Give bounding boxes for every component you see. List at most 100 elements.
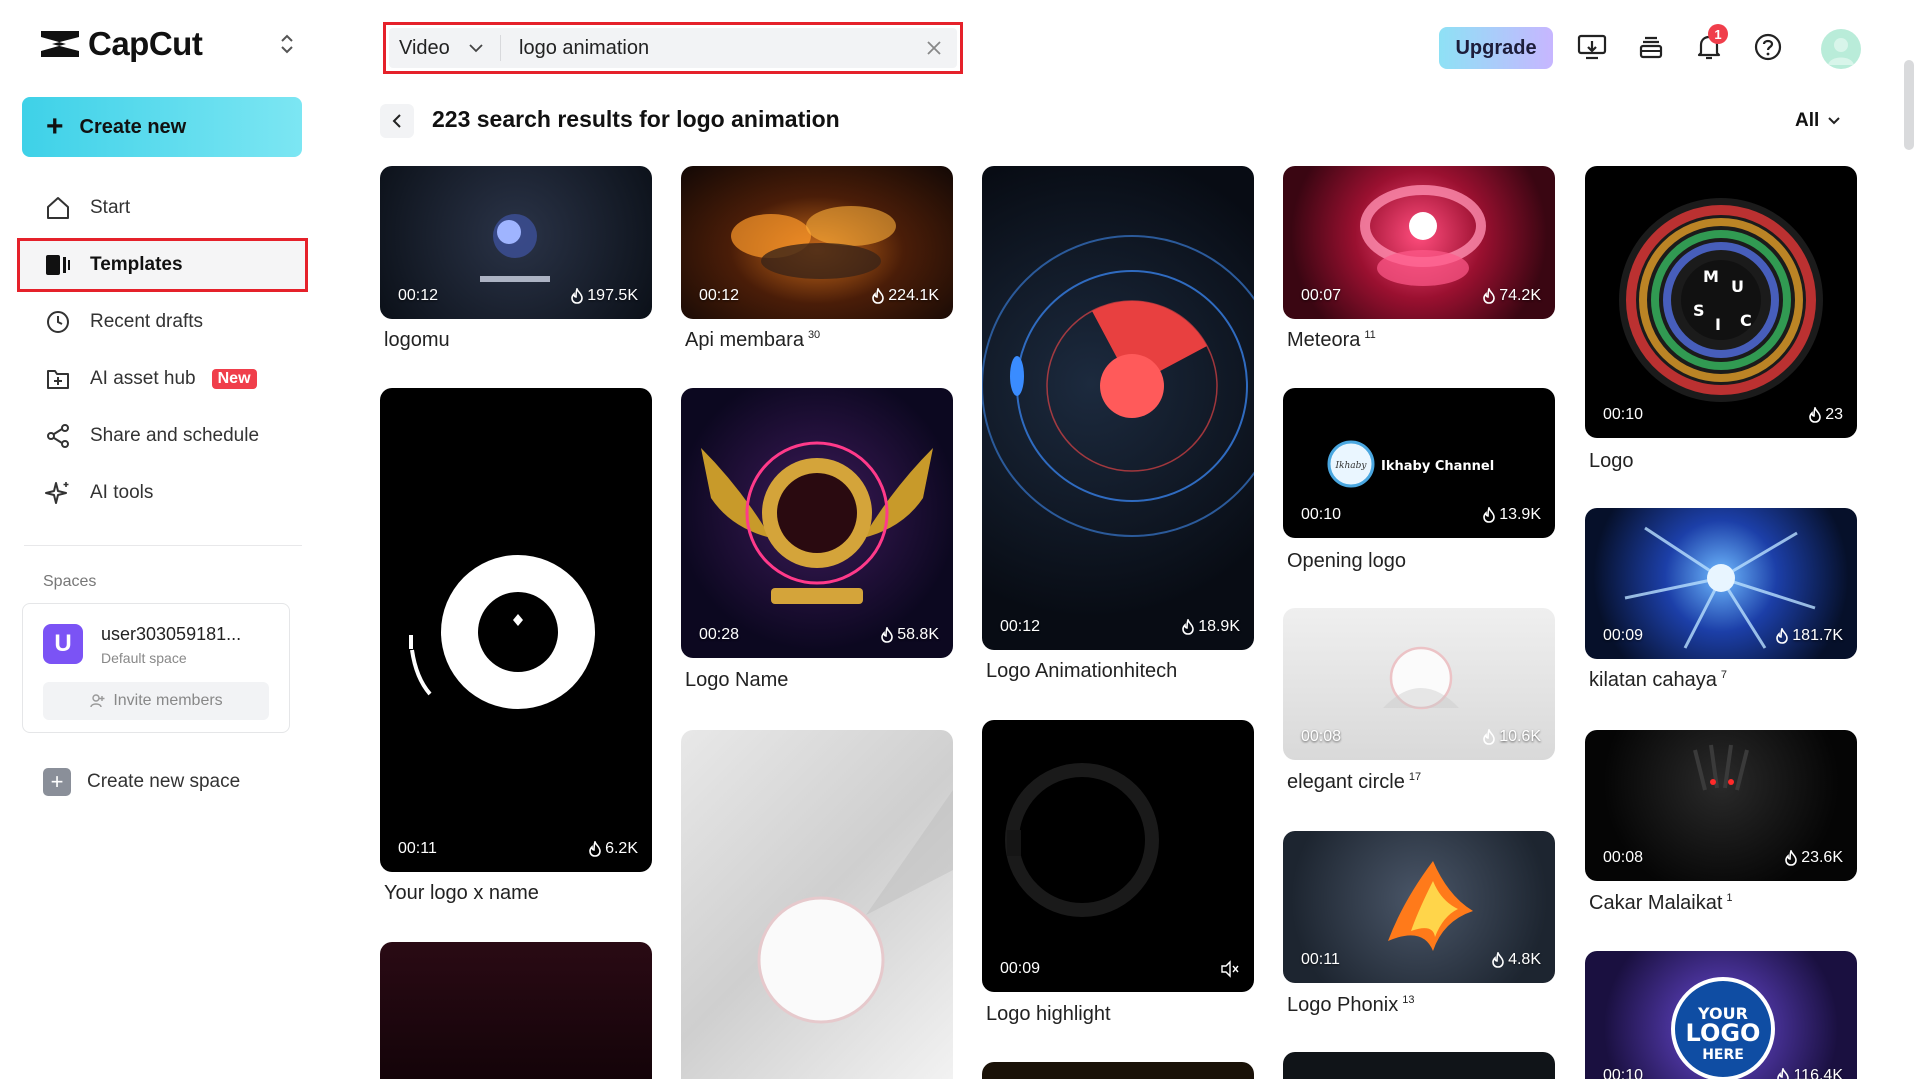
back-button[interactable] — [380, 104, 414, 138]
help-icon[interactable] — [1751, 30, 1785, 64]
space-card[interactable]: U user303059181... Default space Invite … — [22, 603, 290, 733]
space-avatar: U — [43, 624, 83, 664]
chevron-left-icon — [392, 114, 401, 128]
template-title-sup: 1 — [1726, 892, 1733, 904]
create-new-button[interactable]: + Create new — [22, 97, 302, 157]
duration-label: 00:12 — [1000, 618, 1041, 635]
template-title: Cakar Malaikat 1 — [1589, 892, 1733, 915]
new-badge: New — [211, 369, 257, 389]
flame-icon — [881, 627, 893, 643]
duration-label: 00:12 — [699, 287, 740, 304]
usage-count-value: 181.7K — [1792, 627, 1843, 644]
template-thumbnail: 00:09 — [982, 720, 1254, 992]
flame-icon — [589, 841, 601, 857]
usage-count-value: 10.6K — [1499, 728, 1541, 745]
eye-thumbnail-art — [409, 555, 595, 709]
templates-icon — [44, 251, 72, 279]
duration-label: 00:28 — [699, 626, 740, 643]
template-title-text: Logo highlight — [986, 1003, 1111, 1025]
chevron-down-icon — [1828, 117, 1840, 125]
space-name: user303059181... — [101, 624, 242, 644]
template-thumbnail: 00:08 10.6K — [1283, 608, 1555, 760]
flame-icon — [1483, 729, 1495, 745]
template-title-sup: 11 — [1364, 329, 1376, 341]
chevron-down-icon — [469, 44, 483, 53]
search-box: Video — [389, 28, 957, 68]
template-title: Logo highlight — [986, 1003, 1111, 1026]
your-logo-here-art: YOUR LOGO HERE — [1671, 977, 1775, 1079]
sidebar-item-label: Recent drafts — [90, 311, 203, 332]
sidebar-item-ai-tools[interactable]: AI tools — [20, 469, 305, 517]
usage-count: 4.8K — [1491, 951, 1541, 969]
svg-text:I: I — [1715, 315, 1721, 334]
asset-hub-icon — [44, 365, 72, 393]
sidebar-item-share-schedule[interactable]: Share and schedule — [20, 412, 305, 460]
notification-count-badge: 1 — [1708, 24, 1728, 44]
duration-label: 00:11 — [1301, 951, 1340, 968]
channel-name-overlay: Ikhaby Channel — [1381, 459, 1494, 474]
download-desktop-icon[interactable] — [1575, 30, 1609, 64]
duration-label: 00:10 — [1603, 1067, 1644, 1079]
filter-dropdown[interactable]: All — [1795, 110, 1841, 132]
upgrade-button[interactable]: Upgrade — [1439, 27, 1553, 69]
template-title: Logo Name — [685, 669, 788, 692]
usage-count: 224.1K — [871, 287, 939, 305]
search-type-dropdown[interactable]: Video — [389, 35, 501, 61]
flame-icon — [571, 288, 584, 304]
usage-count-value: 13.9K — [1499, 506, 1541, 523]
svg-text:LOGO: LOGO — [1686, 1019, 1761, 1047]
template-thumbnail — [1283, 1052, 1555, 1079]
template-thumbnail: 00:11 6.2K — [380, 388, 652, 872]
template-title: Logo Phonix 13 — [1287, 994, 1414, 1017]
usage-count: 10.6K — [1482, 728, 1541, 746]
sidebar-item-recent-drafts[interactable]: Recent drafts — [20, 298, 305, 346]
duration-label: 00:11 — [398, 840, 437, 857]
svg-text:Ikhaby: Ikhaby — [1334, 461, 1367, 471]
workspace-switch-icon[interactable] — [278, 32, 296, 56]
template-title-text: Meteora — [1287, 329, 1361, 351]
template-thumbnail: YOUR LOGO HERE 00:10 116.4K — [1585, 951, 1857, 1079]
flame-icon — [1785, 850, 1797, 866]
template-title: Logo Animationhitech — [986, 660, 1177, 683]
template-title: Meteora 11 — [1287, 329, 1376, 352]
sidebar-item-templates[interactable]: Templates — [17, 238, 308, 292]
invite-members-button[interactable]: Invite members — [43, 682, 269, 720]
share-icon — [44, 422, 72, 450]
music-disc-art: M U S I C — [1619, 198, 1823, 402]
space-subtitle: Default space — [101, 650, 187, 666]
dark-stamp-art — [1005, 763, 1159, 917]
flame-icon — [1777, 1068, 1790, 1079]
usage-count-value: 6.2K — [605, 840, 638, 857]
flame-icon — [1492, 952, 1504, 968]
template-title: logomu — [384, 329, 450, 352]
home-icon — [44, 194, 72, 222]
sidebar-divider — [24, 545, 302, 546]
spaces-heading: Spaces — [43, 573, 97, 590]
sidebar-item-start[interactable]: Start — [20, 184, 305, 232]
duration-label: 00:10 — [1301, 506, 1342, 523]
notification-bell-icon[interactable]: 1 — [1692, 24, 1728, 64]
plus-icon: + — [46, 110, 64, 143]
stack-layers-icon[interactable] — [1634, 30, 1668, 64]
template-thumbnail: Ikhaby Ikhaby Channel 00:10 13.9K — [1283, 388, 1555, 538]
create-new-space-button[interactable]: + Create new space — [43, 768, 240, 796]
search-bar: Video — [383, 22, 963, 74]
template-thumbnail: 00:07 74.2K — [1283, 166, 1555, 319]
search-input[interactable] — [501, 36, 901, 60]
duration-label: 00:08 — [1603, 849, 1644, 866]
template-title-text: Logo Phonix — [1287, 994, 1399, 1016]
template-thumbnail: 00:09 181.7K — [1585, 508, 1857, 659]
capcut-logo[interactable]: CapCut — [38, 24, 298, 64]
user-avatar[interactable] — [1821, 29, 1861, 69]
usage-count-value: 224.1K — [888, 287, 939, 304]
scrollbar-thumb[interactable] — [1904, 60, 1914, 150]
sidebar-item-ai-asset-hub[interactable]: AI asset hub New — [20, 355, 305, 403]
template-title: Opening logo — [1287, 550, 1406, 573]
sparkle-icon — [44, 479, 72, 507]
svg-text:HERE: HERE — [1702, 1047, 1744, 1063]
close-icon[interactable] — [925, 39, 943, 57]
brand-name: CapCut — [88, 25, 203, 62]
invite-members-label: Invite members — [113, 692, 223, 709]
usage-count: 13.9K — [1482, 506, 1541, 524]
mute-icon[interactable] — [1220, 960, 1240, 978]
